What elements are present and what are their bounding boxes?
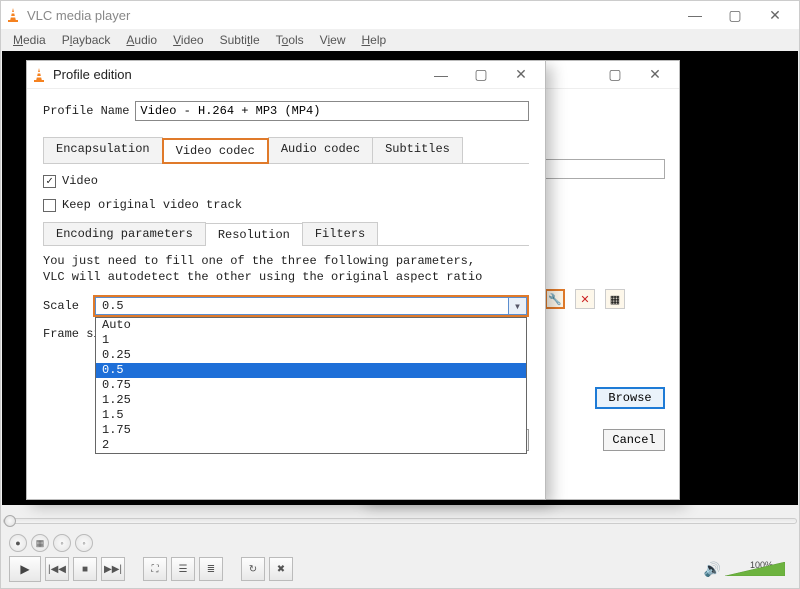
profile-name-input[interactable]: [135, 101, 529, 121]
menu-audio[interactable]: Audio: [120, 31, 163, 49]
main-menubar: Media Playback Audio Video Subtitle Tool…: [1, 29, 799, 51]
convert-maximize-button[interactable]: ▢: [595, 62, 635, 88]
edit-profile-icon[interactable]: 🔧: [545, 289, 565, 309]
previous-button[interactable]: |◀◀: [45, 557, 69, 581]
seek-bar-row: [3, 514, 797, 528]
scale-option[interactable]: 0.75: [96, 378, 526, 393]
bottom-controls: ● ▦ ◦ ◦ ▶ |◀◀ ■ ▶▶| ⛶ ☰ ≣ ↻ ✖ 🔊 100%: [3, 530, 797, 586]
extended-settings-button[interactable]: ☰: [171, 557, 195, 581]
scale-option[interactable]: 0.25: [96, 348, 526, 363]
tab-resolution[interactable]: Resolution: [205, 223, 303, 246]
tab-filters[interactable]: Filters: [302, 222, 378, 245]
scale-option[interactable]: 2: [96, 438, 526, 453]
scale-option[interactable]: 1.25: [96, 393, 526, 408]
menu-media[interactable]: Media: [7, 31, 52, 49]
scale-label: Scale: [43, 299, 79, 313]
playlist-button[interactable]: ≣: [199, 557, 223, 581]
scale-option[interactable]: Auto: [96, 318, 526, 333]
keep-original-checkbox[interactable]: [43, 199, 56, 212]
scale-dropdown[interactable]: 0.5 ▾: [93, 295, 529, 317]
record-icon[interactable]: ●: [9, 534, 27, 552]
play-button[interactable]: ▶: [9, 556, 41, 582]
profile-maximize-button[interactable]: ▢: [461, 62, 501, 88]
profile-minimize-button[interactable]: —: [421, 62, 461, 88]
menu-subtitle[interactable]: Subtitle: [214, 31, 266, 49]
profile-cone-icon: [31, 67, 47, 83]
menu-view[interactable]: View: [314, 31, 352, 49]
profile-edition-dialog: Profile edition — ▢ ✕ Profile Name Encap…: [26, 60, 546, 500]
tab-encapsulation[interactable]: Encapsulation: [43, 137, 163, 163]
point-b-icon[interactable]: ◦: [75, 534, 93, 552]
profile-close-button[interactable]: ✕: [501, 62, 541, 88]
scale-option[interactable]: 1: [96, 333, 526, 348]
tab-video-codec[interactable]: Video codec: [162, 138, 269, 164]
vlc-cone-icon: [5, 7, 21, 23]
profile-dialog-title: Profile edition: [53, 67, 421, 82]
volume-slider[interactable]: 100%: [725, 562, 785, 576]
video-checkbox[interactable]: ✓: [43, 175, 56, 188]
stop-button[interactable]: ■: [73, 557, 97, 581]
menu-tools[interactable]: Tools: [270, 31, 310, 49]
main-titlebar: VLC media player — ▢ ✕: [1, 1, 799, 29]
menu-playback[interactable]: Playback: [56, 31, 117, 49]
speaker-icon[interactable]: 🔊: [704, 561, 721, 578]
scale-option[interactable]: 1.75: [96, 423, 526, 438]
chevron-down-icon[interactable]: ▾: [509, 297, 527, 315]
scale-options-list: Auto 1 0.25 0.5 0.75 1.25 1.5 1.75 2: [95, 317, 527, 454]
video-sub-tabs: Encoding parameters Resolution Filters: [43, 222, 529, 246]
tab-subtitles[interactable]: Subtitles: [372, 137, 463, 163]
menu-help[interactable]: Help: [355, 31, 392, 49]
codec-tabs: Encapsulation Video codec Audio codec Su…: [43, 137, 529, 164]
tab-audio-codec[interactable]: Audio codec: [268, 137, 373, 163]
scale-value: 0.5: [95, 297, 509, 315]
convert-close-button[interactable]: ✕: [635, 62, 675, 88]
scale-option[interactable]: 1.5: [96, 408, 526, 423]
main-minimize-button[interactable]: —: [675, 2, 715, 28]
delete-profile-icon[interactable]: ✕: [575, 289, 595, 309]
browse-button[interactable]: Browse: [595, 387, 665, 409]
keep-original-label: Keep original video track: [62, 198, 242, 212]
tab-encoding-parameters[interactable]: Encoding parameters: [43, 222, 206, 245]
profile-name-label: Profile Name: [43, 104, 129, 118]
seek-thumb[interactable]: [4, 515, 16, 527]
menu-video[interactable]: Video: [167, 31, 209, 49]
new-profile-icon[interactable]: ▦: [605, 289, 625, 309]
point-a-icon[interactable]: ◦: [53, 534, 71, 552]
main-window-title: VLC media player: [27, 8, 675, 23]
seek-bar[interactable]: [3, 518, 797, 524]
volume-area: 🔊 100%: [704, 561, 791, 578]
scale-option[interactable]: 0.5: [96, 363, 526, 378]
snapshot-icon[interactable]: ▦: [31, 534, 49, 552]
main-close-button[interactable]: ✕: [755, 2, 795, 28]
next-button[interactable]: ▶▶|: [101, 557, 125, 581]
main-maximize-button[interactable]: ▢: [715, 2, 755, 28]
convert-cancel-button[interactable]: Cancel: [603, 429, 665, 451]
loop-button[interactable]: ↻: [241, 557, 265, 581]
shuffle-button[interactable]: ✖: [269, 557, 293, 581]
resolution-help-text: You just need to fill one of the three f…: [43, 254, 529, 285]
fullscreen-button[interactable]: ⛶: [143, 557, 167, 581]
video-checkbox-label: Video: [62, 174, 98, 188]
